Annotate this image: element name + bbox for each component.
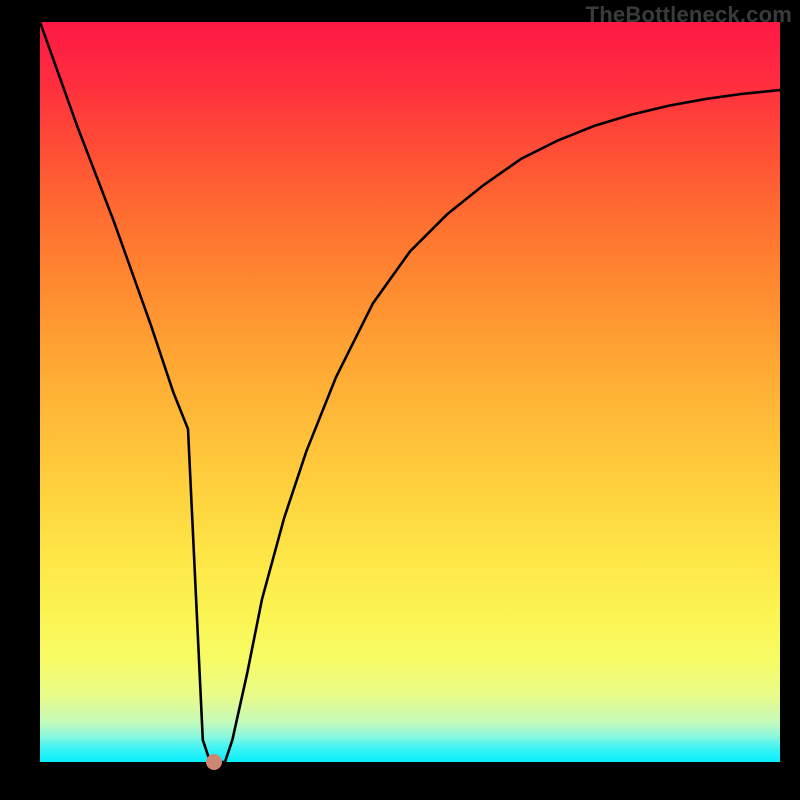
chart-frame: TheBottleneck.com <box>0 0 800 800</box>
plot-area <box>40 22 780 762</box>
bottleneck-curve-path <box>40 22 780 762</box>
watermark-text: TheBottleneck.com <box>586 2 792 28</box>
optimal-point-marker <box>206 754 222 770</box>
curve-svg <box>40 22 780 762</box>
